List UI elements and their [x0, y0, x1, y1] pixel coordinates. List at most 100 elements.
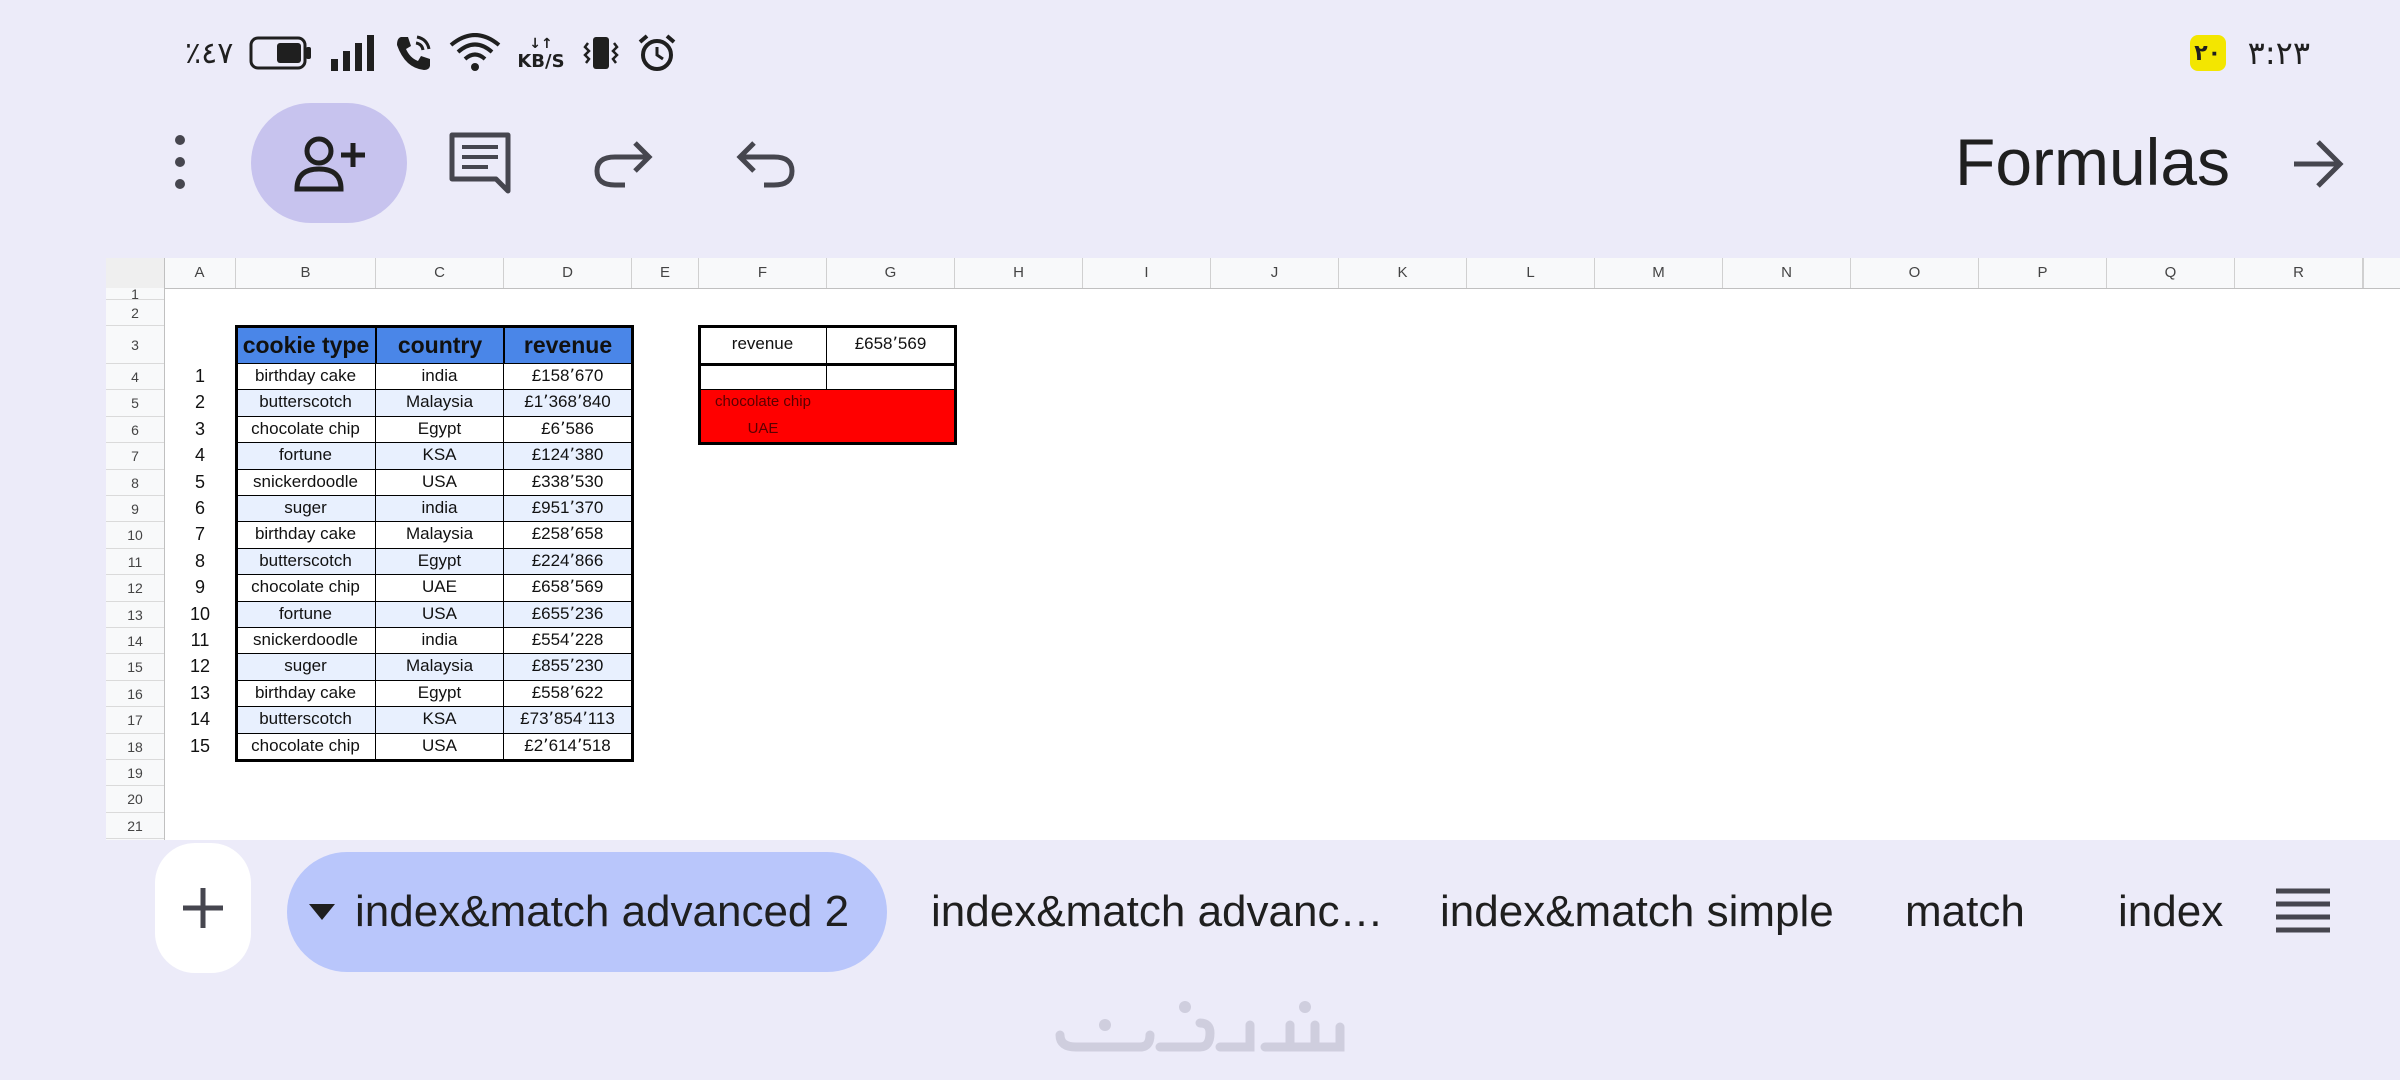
column-header-d[interactable]: D: [504, 258, 632, 288]
add-sheet-button[interactable]: [155, 843, 251, 973]
row-header-8[interactable]: 8: [106, 470, 164, 496]
row-index-cell: 2: [194, 392, 205, 413]
revenue-cell: £655٬236: [504, 601, 632, 628]
row-header-4[interactable]: 4: [106, 364, 164, 391]
criteria-country-cell: UAE: [699, 416, 827, 444]
column-header-q[interactable]: Q: [2107, 258, 2235, 288]
revenue-cell: £855٬230: [504, 654, 632, 681]
row-header-21[interactable]: 21: [106, 813, 164, 840]
column-header-e[interactable]: E: [632, 258, 699, 288]
notification-badge: ٢٠: [2189, 35, 2226, 71]
row-index-cell: 10: [189, 603, 211, 624]
revenue-cell: £124٬380: [504, 443, 632, 470]
row-index-cell: 1: [194, 366, 205, 386]
country-cell: KSA: [376, 443, 504, 470]
cookie-type-cell: butterscotch: [236, 707, 376, 734]
row-header-14[interactable]: 14: [106, 628, 164, 655]
row-header-15[interactable]: 15: [106, 654, 164, 681]
call-icon: [393, 33, 433, 73]
cookie-type-cell: birthday cake: [236, 680, 376, 708]
undo-button[interactable]: [728, 125, 804, 201]
all-sheets-button[interactable]: [2270, 886, 2336, 938]
row-header-19[interactable]: 19: [106, 760, 164, 787]
sheet-tab-4[interactable]: index: [2118, 882, 2223, 942]
row-header-3[interactable]: 3: [106, 326, 164, 364]
column-header-i[interactable]: I: [1083, 258, 1211, 288]
cookie-type-cell: suger: [236, 496, 376, 523]
criteria-cookie-cell: chocolate chip: [699, 390, 827, 417]
sheet-tab-active[interactable]: index&match advanced 2: [287, 852, 887, 972]
grid-edge: [2363, 258, 2364, 288]
row-header-16[interactable]: 16: [106, 681, 164, 708]
country-cell: india: [376, 628, 504, 655]
column-header-j[interactable]: J: [1211, 258, 1339, 288]
column-header-n[interactable]: N: [1723, 258, 1851, 288]
row-header-9[interactable]: 9: [106, 496, 164, 523]
dropdown-triangle-icon[interactable]: [307, 902, 337, 922]
row-header-13[interactable]: 13: [106, 602, 164, 628]
revenue-cell: £554٬228: [504, 628, 632, 655]
cookie-type-cell: snickerdoodle: [236, 469, 376, 496]
column-header-p[interactable]: P: [1979, 258, 2107, 288]
column-header-r[interactable]: R: [2235, 258, 2363, 288]
status-bar-right: ٢٠ ٣:٢٣: [2189, 30, 2310, 76]
row-header-17[interactable]: 17: [106, 707, 164, 734]
row-header-2[interactable]: 2: [106, 300, 164, 326]
column-header-g[interactable]: G: [827, 258, 955, 288]
column-header-a[interactable]: A: [164, 258, 236, 288]
column-header-m[interactable]: M: [1595, 258, 1723, 288]
table-header-type: cookie type: [236, 326, 376, 364]
row-header-11[interactable]: 11: [106, 549, 164, 576]
cookie-type-cell: butterscotch: [236, 548, 376, 576]
row-header-18[interactable]: 18: [106, 734, 164, 760]
document-title[interactable]: Formulas: [1955, 120, 2230, 204]
row-header-10[interactable]: 10: [106, 522, 164, 549]
row-header-1[interactable]: 1: [106, 287, 164, 301]
country-cell: USA: [376, 733, 504, 760]
network-speed: ↓↑ KB/S: [517, 36, 565, 72]
share-button[interactable]: [251, 103, 407, 223]
sheet-tab-2[interactable]: index&match simple: [1440, 882, 1834, 942]
row-header-7[interactable]: 7: [106, 443, 164, 470]
lookup-empty-cell: [827, 364, 955, 391]
column-header-c[interactable]: C: [376, 258, 504, 288]
battery-icon: [249, 35, 313, 71]
spreadsheet-grid[interactable]: ABCDEFGHIJKLMNOPQR 1 2 3 4 5 6 7 8 9 10 11 12 13 14 15…: [106, 258, 2400, 840]
revenue-cell: £558٬622: [504, 680, 632, 708]
row-header-5[interactable]: 5: [106, 390, 164, 417]
vibrate-icon: [581, 33, 621, 73]
redo-button[interactable]: [585, 125, 661, 201]
sheet-tab-1[interactable]: index&match advanc…: [931, 882, 1383, 942]
forward-button[interactable]: [2282, 128, 2354, 200]
row-index-cell: 12: [189, 656, 211, 677]
sheet-tab-3[interactable]: match: [1905, 882, 2025, 942]
cookie-type-cell: snickerdoodle: [236, 628, 376, 655]
row-index-cell: 5: [194, 471, 205, 492]
alarm-icon: [637, 33, 677, 73]
column-header-h[interactable]: H: [955, 258, 1083, 288]
lookup-empty-cell: [699, 364, 827, 391]
row-header-6[interactable]: 6: [106, 417, 164, 444]
row-header-20[interactable]: 20: [106, 786, 164, 813]
column-header-l[interactable]: L: [1467, 258, 1595, 288]
country-cell: india: [376, 496, 504, 523]
column-header-o[interactable]: O: [1851, 258, 1979, 288]
lookup-result-cell: £658٬569: [827, 326, 955, 364]
column-headers: ABCDEFGHIJKLMNOPQR: [106, 258, 2400, 289]
cookie-type-cell: suger: [236, 654, 376, 681]
comment-button[interactable]: [442, 125, 518, 201]
row-headers: 1 2 3 4 5 6 7 8 9 10 11 12 13 14 15 16 17 18 19 20 21: [106, 287, 165, 840]
cookie-type-cell: fortune: [236, 601, 376, 628]
column-header-f[interactable]: F: [699, 258, 827, 288]
select-all-corner[interactable]: [106, 258, 165, 288]
row-index-cell: 13: [189, 682, 211, 703]
row-header-12[interactable]: 12: [106, 575, 164, 602]
column-header-b[interactable]: B: [236, 258, 376, 288]
column-header-k[interactable]: K: [1339, 258, 1467, 288]
country-cell: Egypt: [376, 548, 504, 576]
row-index-cell: 7: [194, 524, 205, 545]
more-options-icon[interactable]: [160, 130, 200, 194]
country-cell: Egypt: [376, 680, 504, 708]
country-cell: USA: [376, 601, 504, 628]
add-person-icon: [293, 133, 365, 193]
